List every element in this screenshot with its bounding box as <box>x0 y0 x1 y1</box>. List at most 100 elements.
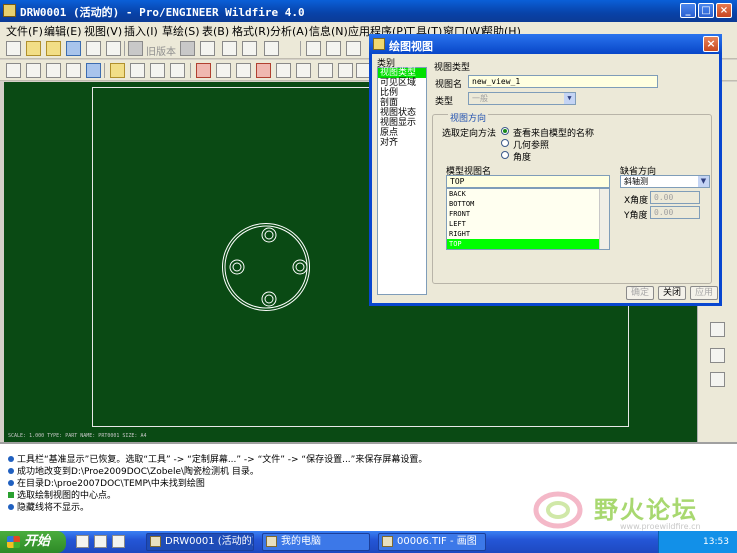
save-icon[interactable] <box>66 41 81 56</box>
window-title: DRW0001 (活动的) - Pro/ENGINEER Wildfire 4.… <box>20 6 305 19</box>
dialog-close-button[interactable]: × <box>703 36 719 52</box>
desktop-quicklaunch-icon[interactable] <box>112 535 125 548</box>
category-item[interactable]: 剖面 <box>378 98 426 108</box>
open-folder-icon[interactable] <box>26 41 41 56</box>
orientation-method-label: 选取定向方法 <box>442 129 497 139</box>
model-view-field[interactable]: TOP <box>446 175 610 188</box>
select-filter-icon[interactable] <box>256 63 271 78</box>
chevron-down-icon: ▼ <box>564 93 575 104</box>
model-view-item[interactable]: BACK <box>447 189 609 199</box>
line-tool-icon[interactable] <box>710 348 725 363</box>
task-paint[interactable]: 00006.TIF - 画图 <box>378 533 486 551</box>
info-icon <box>8 468 14 474</box>
y-angle-field[interactable]: 0.00 <box>650 206 700 219</box>
hidden-line-icon[interactable] <box>66 63 81 78</box>
message-area: 工具栏“基准显示”已恢复。选取“工具” -> “定制屏幕...” -> “文件”… <box>0 442 737 531</box>
task-proe[interactable]: DRW0001 (活动的)... <box>146 533 254 551</box>
copy-icon[interactable] <box>222 41 237 56</box>
datum-plane-icon[interactable] <box>110 63 125 78</box>
watermark-swirl-icon <box>533 491 583 529</box>
flag-icon[interactable] <box>318 63 333 78</box>
model-view-item[interactable]: LEFT <box>447 219 609 229</box>
category-item[interactable]: 比例 <box>378 88 426 98</box>
minimize-button[interactable]: _ <box>680 3 696 18</box>
type-select[interactable]: 一般 ▼ <box>468 92 576 105</box>
menu-file[interactable]: 文件(F) <box>6 23 43 39</box>
open-folder-2-icon[interactable] <box>46 41 61 56</box>
category-item[interactable]: 原点 <box>378 128 426 138</box>
category-item[interactable]: 可见区域 <box>378 78 426 88</box>
category-item[interactable]: 视图状态 <box>378 108 426 118</box>
move-icon[interactable] <box>216 63 231 78</box>
undo-icon[interactable] <box>306 41 321 56</box>
paste-special-icon[interactable] <box>264 41 279 56</box>
menu-table[interactable]: 表(B) <box>202 23 229 39</box>
task-my-computer[interactable]: 我的电脑 <box>262 533 370 551</box>
menu-analysis[interactable]: 分析(A) <box>270 23 308 39</box>
datum-csys-icon[interactable] <box>170 63 185 78</box>
repaint-icon[interactable] <box>6 63 21 78</box>
menu-view[interactable]: 视图(V) <box>84 23 122 39</box>
email-icon[interactable] <box>106 41 121 56</box>
redo-icon[interactable] <box>326 41 341 56</box>
window-close-button[interactable]: × <box>716 3 732 18</box>
drawing-view-dialog: 绘图视图 × 类别 视图类型 可见区域 比例 剖面 视图状态 视图显示 原点 对… <box>369 34 722 306</box>
shading-icon[interactable] <box>86 63 101 78</box>
prompt-arrow-icon <box>8 492 14 498</box>
orient-radio-angles[interactable] <box>501 151 509 159</box>
menu-info[interactable]: 信息(N) <box>309 23 348 39</box>
watermark-url: www.proewildfire.cn <box>620 522 701 531</box>
revision-label[interactable]: 旧版本 <box>146 43 176 58</box>
orientation-group-title: 视图方向 <box>448 111 489 124</box>
maximize-button[interactable]: □ <box>698 3 714 18</box>
transform-icon[interactable] <box>236 63 251 78</box>
new-file-icon[interactable] <box>6 41 21 56</box>
model-view-scrollbar[interactable] <box>599 189 609 249</box>
tool-icon[interactable] <box>180 41 195 56</box>
cut-icon[interactable] <box>346 41 361 56</box>
info-icon <box>8 456 14 462</box>
default-orientation-select[interactable]: 斜轴测 ▼ <box>620 175 710 188</box>
window-titlebar: DRW0001 (活动的) - Pro/ENGINEER Wildfire 4.… <box>0 0 737 22</box>
apply-button[interactable]: 应用 <box>690 286 718 300</box>
orient-radio-model-name[interactable] <box>501 127 509 135</box>
view-name-label: 视图名 <box>435 80 463 90</box>
ie-icon[interactable] <box>76 535 89 548</box>
model-view-item[interactable]: BOTTOM <box>447 199 609 209</box>
revision-icon[interactable] <box>128 41 143 56</box>
close-button[interactable]: 关闭 <box>658 286 686 300</box>
menu-sketch[interactable]: 草绘(S) <box>162 23 200 39</box>
model-view-item[interactable]: FRONT <box>447 209 609 219</box>
view-name-field[interactable]: new_view_1 <box>468 75 658 88</box>
model-view-item[interactable]: TOP <box>447 239 609 249</box>
sketch-tool-icon[interactable] <box>710 322 725 337</box>
menu-insert[interactable]: 插入(I) <box>124 23 158 39</box>
ok-button[interactable]: 确定 <box>626 286 654 300</box>
lock-icon[interactable] <box>276 63 291 78</box>
grid-icon[interactable] <box>338 63 353 78</box>
orient-icon[interactable] <box>26 63 41 78</box>
datum-point-icon[interactable] <box>150 63 165 78</box>
chevron-down-icon: ▼ <box>698 176 709 187</box>
x-angle-field[interactable]: 0.00 <box>650 191 700 204</box>
snap-icon[interactable] <box>296 63 311 78</box>
start-button[interactable]: 开始 <box>0 531 66 553</box>
paste-icon[interactable] <box>242 41 257 56</box>
model-view-item[interactable]: RIGHT <box>447 229 609 239</box>
print-icon[interactable] <box>86 41 101 56</box>
regen-icon[interactable] <box>200 41 215 56</box>
category-item[interactable]: 视图类型 <box>378 68 426 78</box>
category-item[interactable]: 视图显示 <box>378 118 426 128</box>
category-item[interactable]: 对齐 <box>378 138 426 148</box>
delete-icon[interactable] <box>196 63 211 78</box>
orient-radio-geometry[interactable] <box>501 139 509 147</box>
watermark-title: 野火论坛 <box>594 496 698 524</box>
clock[interactable]: 13:53 <box>703 537 729 547</box>
section-view-type: 视图类型 <box>434 63 471 73</box>
pencil-tool-icon[interactable] <box>710 372 725 387</box>
folder-quicklaunch-icon[interactable] <box>94 535 107 548</box>
datum-axis-icon[interactable] <box>130 63 145 78</box>
wireframe-icon[interactable] <box>46 63 61 78</box>
menu-format[interactable]: 格式(R) <box>232 23 270 39</box>
menu-edit[interactable]: 编辑(E) <box>44 23 82 39</box>
